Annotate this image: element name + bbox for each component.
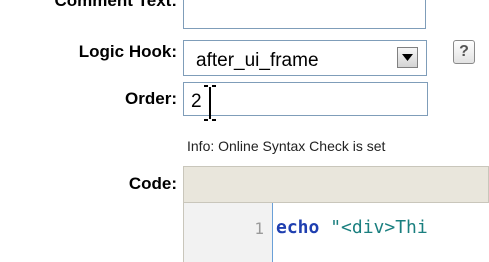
code-gutter: 1 bbox=[184, 203, 273, 262]
code-editor-toolbar bbox=[183, 166, 489, 203]
code-keyword: echo bbox=[276, 217, 320, 238]
code-string: "<div>Thi bbox=[319, 217, 428, 238]
logic-hook-select[interactable]: after_ui_frame bbox=[183, 40, 427, 76]
comment-text-field[interactable] bbox=[183, 0, 426, 29]
logic-hook-dropdown-button[interactable] bbox=[397, 47, 418, 68]
order-input[interactable]: 2 bbox=[183, 82, 428, 121]
order-label: Order: bbox=[125, 89, 177, 108]
order-value: 2 bbox=[191, 91, 202, 112]
code-line: echo "<div>Thi bbox=[276, 217, 428, 238]
comment-text-label: Comment Text: bbox=[54, 0, 177, 10]
text-cursor-icon bbox=[204, 85, 216, 121]
code-editor[interactable]: 1 echo "<div>Thi bbox=[183, 203, 489, 262]
syntax-check-info: Info: Online Syntax Check is set bbox=[187, 138, 386, 154]
code-label: Code: bbox=[128, 174, 177, 193]
chevron-down-icon bbox=[402, 54, 413, 61]
help-icon[interactable]: ? bbox=[453, 40, 475, 64]
logic-hook-label: Logic Hook: bbox=[78, 42, 177, 61]
line-number: 1 bbox=[254, 219, 264, 238]
logic-hook-value: after_ui_frame bbox=[196, 50, 319, 71]
